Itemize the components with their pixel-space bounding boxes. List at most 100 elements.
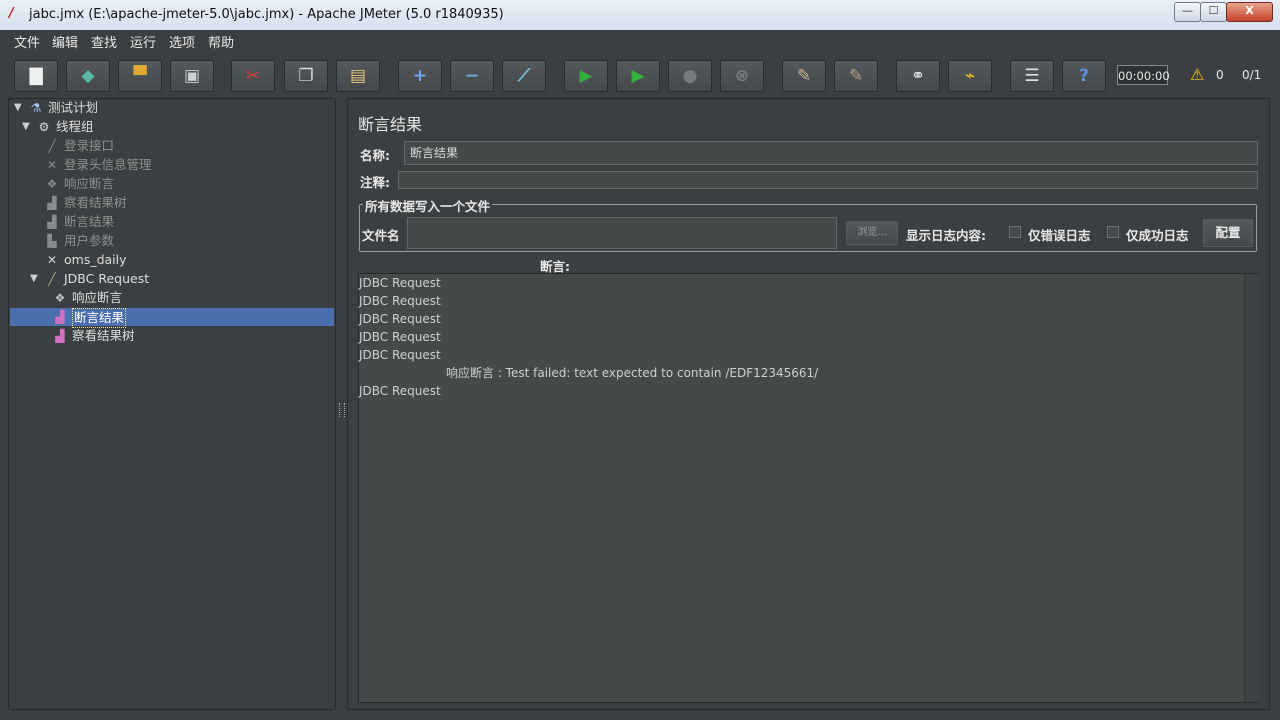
filename-field[interactable]	[407, 217, 837, 249]
listener-icon: ▟	[55, 329, 65, 343]
tree-node-label: 线程组	[56, 119, 94, 134]
templates-button[interactable]: ◆	[66, 60, 110, 92]
comment-field[interactable]	[398, 171, 1258, 189]
menu-run[interactable]: 运行	[130, 32, 156, 51]
tree-node[interactable]: ▙ 用户参数	[0, 232, 330, 250]
copy-button[interactable]: ❐	[284, 60, 328, 92]
thread-group-icon: ⚙	[38, 120, 50, 134]
tree-node[interactable]: ▟ 察看结果树	[0, 327, 330, 345]
menu-edit[interactable]: 编辑	[52, 32, 78, 51]
clear-button[interactable]: ✎	[782, 60, 826, 92]
help-button[interactable]: ?	[1062, 60, 1106, 92]
close-button[interactable]: X	[1226, 2, 1273, 22]
assertion-failure-message[interactable]: 响应断言 : Test failed: text expected to con…	[446, 364, 818, 382]
collapse-all-button[interactable]: −	[450, 60, 494, 92]
splitter-grip-icon	[339, 403, 345, 417]
tree-node-label: 用户参数	[64, 233, 115, 248]
sampler-icon: ╱	[48, 272, 56, 286]
sample-result-row[interactable]: JDBC Request	[359, 346, 441, 364]
assertion-results-tree[interactable]: JDBC Request JDBC Request JDBC Request JDBC…	[358, 273, 1258, 703]
menu-help[interactable]: 帮助	[208, 32, 234, 51]
cut-button[interactable]: ✂	[231, 60, 275, 92]
tree-node-label: 登录接口	[64, 138, 115, 153]
minimize-button[interactable]: —	[1174, 2, 1201, 22]
tree-node[interactable]: ▟ 断言结果	[0, 213, 330, 231]
warning-icon[interactable]: ⚠	[1190, 65, 1204, 84]
tree-node-label: 断言结果	[64, 214, 115, 229]
toolbar: ▇ ◆ ▀ ▣ ✂ ❐ ▤ + − ⟋ ▶ ▶ ● ⊗ ✎ ✎ ⚭ ⌁ ☰ ? …	[0, 52, 1280, 98]
help-icon: ?	[1079, 66, 1089, 86]
search-button[interactable]: ⚭	[896, 60, 940, 92]
collapse-icon: −	[464, 66, 480, 86]
name-field[interactable]: 断言结果	[404, 141, 1258, 165]
shutdown-icon: ⊗	[734, 66, 750, 86]
browse-button[interactable]: 浏览...	[846, 221, 898, 245]
clear-icon: ✎	[796, 66, 812, 86]
function-helper-button[interactable]: ☰	[1010, 60, 1054, 92]
start-button[interactable]: ▶	[564, 60, 608, 92]
tree-node[interactable]: ✕ oms_daily	[0, 251, 330, 269]
errors-only-checkbox[interactable]	[1009, 226, 1021, 238]
menu-search[interactable]: 查找	[91, 32, 117, 51]
config-icon: ✕	[46, 253, 58, 267]
save-button[interactable]: ▣	[170, 60, 214, 92]
success-only-checkbox[interactable]	[1107, 226, 1119, 238]
tree-node[interactable]: ▼ ⚗ 测试计划	[0, 99, 330, 117]
tree-node[interactable]: ▼ ⚙ 线程组	[0, 118, 330, 136]
tree-node-label: JDBC Request	[64, 271, 150, 286]
tree-node[interactable]: ✕ 登录头信息管理	[0, 156, 330, 174]
save-icon: ▣	[183, 66, 201, 86]
new-button[interactable]: ▇	[14, 60, 58, 92]
copy-icon: ❐	[298, 66, 314, 86]
sample-result-row[interactable]: JDBC Request	[359, 328, 441, 346]
shutdown-button[interactable]: ⊗	[720, 60, 764, 92]
sample-result-row[interactable]: JDBC Request	[359, 310, 441, 328]
window-titlebar: / jabc.jmx (E:\apache-jmeter-5.0\jabc.jm…	[0, 0, 1280, 30]
tree-node-label: 登录头信息管理	[64, 157, 152, 172]
reset-search-button[interactable]: ⌁	[948, 60, 992, 92]
sample-result-row[interactable]: JDBC Request	[359, 382, 441, 400]
tree-node-label: 断言结果	[72, 308, 127, 328]
paste-icon: ▤	[349, 66, 367, 86]
expand-all-button[interactable]: +	[398, 60, 442, 92]
menu-file[interactable]: 文件	[14, 32, 40, 51]
tree-node-label: 察看结果树	[64, 195, 127, 210]
paste-button[interactable]: ▤	[336, 60, 380, 92]
results-scrollbar[interactable]	[1244, 274, 1258, 702]
split-pane-divider[interactable]	[337, 98, 345, 710]
sample-result-row[interactable]: JDBC Request	[359, 292, 441, 310]
tree-node[interactable]: ▼ ╱ JDBC Request	[0, 270, 330, 288]
clear-all-button[interactable]: ✎	[834, 60, 878, 92]
start-no-pauses-button[interactable]: ▶	[616, 60, 660, 92]
configure-button[interactable]: 配置	[1203, 219, 1253, 247]
tree-node[interactable]: ╱ 登录接口	[0, 137, 330, 155]
tree-expand-arrow-icon[interactable]: ▼	[30, 270, 42, 288]
start-no-pauses-icon: ▶	[631, 66, 645, 86]
elapsed-timer: 00:00:00	[1117, 65, 1170, 85]
tree-node-label: 响应断言	[72, 290, 123, 305]
open-button[interactable]: ▀	[118, 60, 162, 92]
maximize-button[interactable]: ☐	[1200, 2, 1227, 22]
tree-expand-arrow-icon[interactable]: ▼	[22, 118, 34, 136]
toggle-button[interactable]: ⟋	[502, 60, 546, 92]
sampler-icon: ╱	[48, 139, 56, 153]
warning-count: 0	[1216, 68, 1224, 82]
tree-node[interactable]: ❖ 响应断言	[0, 175, 330, 193]
menu-options[interactable]: 选项	[169, 32, 195, 51]
new-icon: ▇	[29, 66, 43, 86]
assertion-icon: ❖	[54, 291, 66, 305]
active-threads: 0/1	[1242, 68, 1262, 82]
page-title: 断言结果	[358, 115, 423, 134]
errors-only-label: 仅错误日志	[1028, 228, 1091, 243]
tree-node-label: 响应断言	[64, 176, 115, 191]
tree-node-label: oms_daily	[64, 252, 127, 267]
tree-node[interactable]: ▟ 察看结果树	[0, 194, 330, 212]
tree-expand-arrow-icon[interactable]: ▼	[14, 99, 26, 117]
cut-icon: ✂	[245, 66, 261, 86]
window-title: jabc.jmx (E:\apache-jmeter-5.0\jabc.jmx)…	[29, 7, 504, 22]
tree-node[interactable]: ❖ 响应断言	[0, 289, 330, 307]
tree-node[interactable]: ▟ 断言结果	[0, 308, 330, 328]
stop-button[interactable]: ●	[668, 60, 712, 92]
stop-icon: ●	[682, 66, 698, 86]
sample-result-row[interactable]: JDBC Request	[359, 274, 441, 292]
